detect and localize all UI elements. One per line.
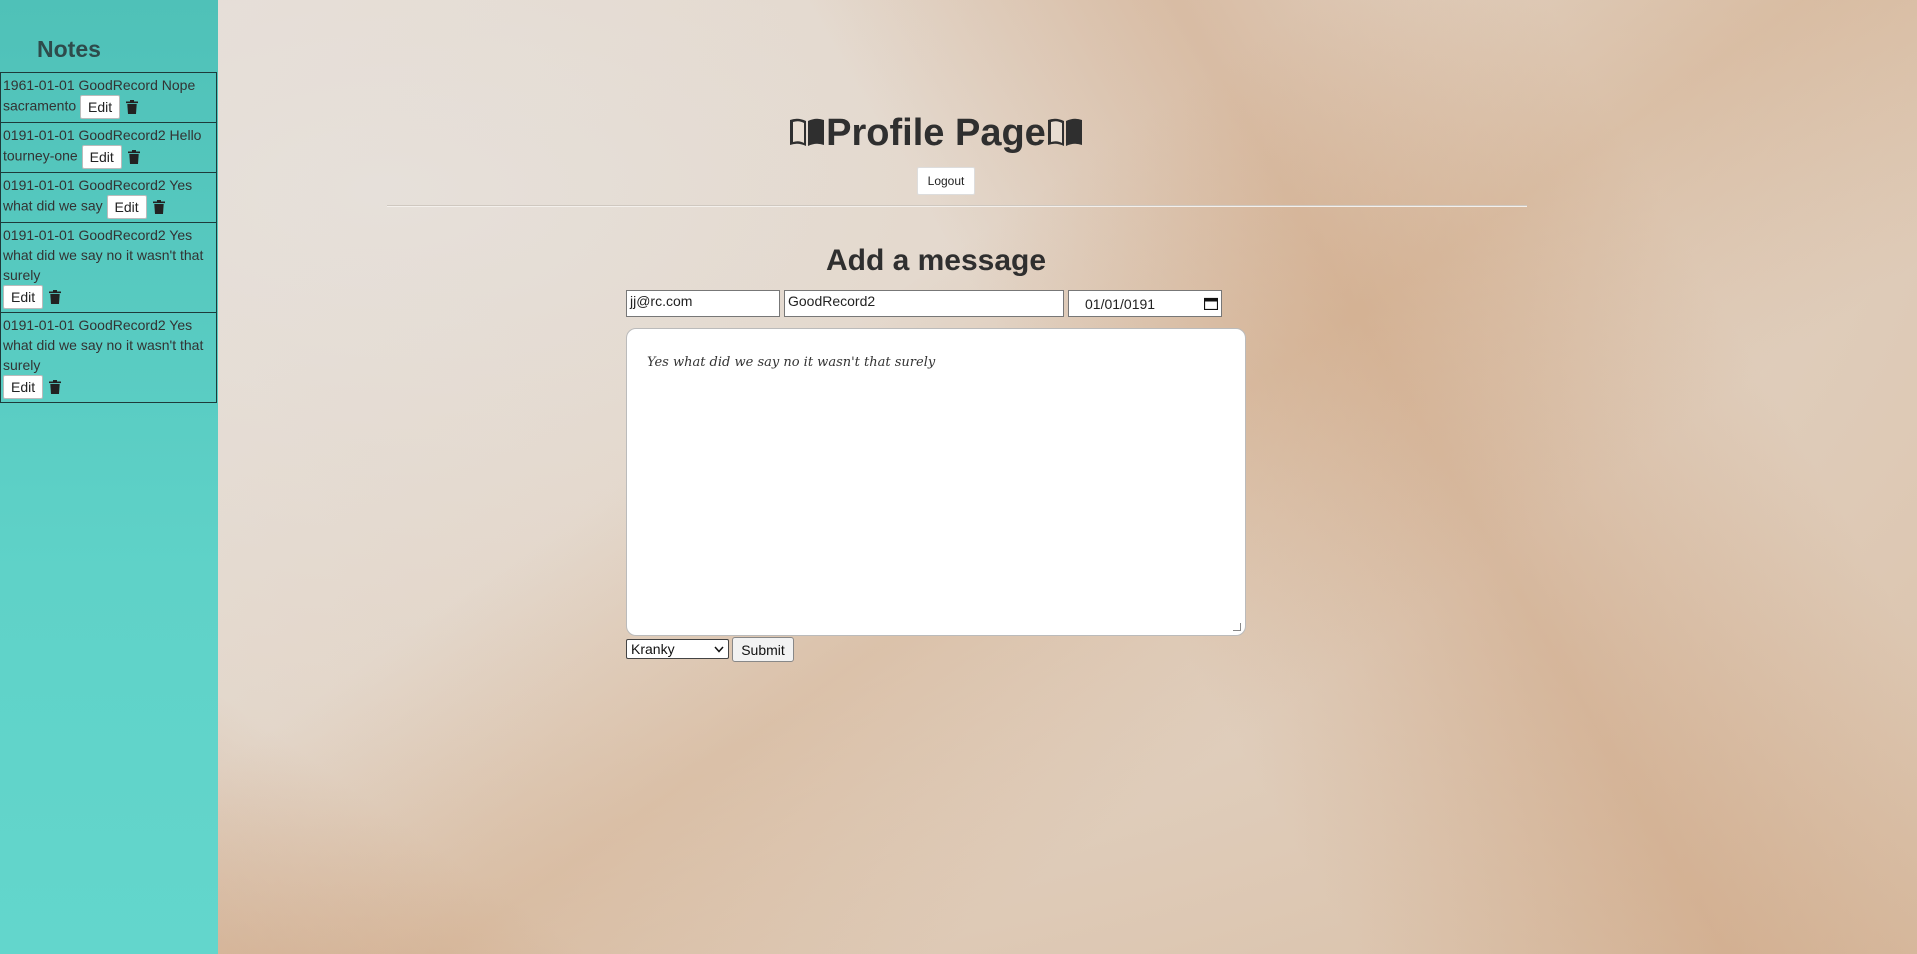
edit-note-button[interactable]: Edit	[3, 285, 44, 309]
trash-icon[interactable]	[49, 380, 62, 394]
note-item: 0191-01-01 GoodRecord2 Yes what did we s…	[0, 312, 217, 403]
trash-icon[interactable]	[152, 200, 165, 214]
logout-button[interactable]: Logout	[917, 167, 975, 195]
message-textarea[interactable]: Yes what did we say no it wasn't that su…	[626, 328, 1246, 636]
note-text: 0191-01-01 GoodRecord2 Yes what did we s…	[3, 317, 204, 373]
edit-note-button[interactable]: Edit	[81, 145, 122, 169]
note-text: 0191-01-01 GoodRecord2 Yes what did we s…	[3, 227, 204, 283]
name-field[interactable]: GoodRecord2	[784, 290, 1064, 317]
resize-handle[interactable]	[1233, 623, 1241, 631]
page-title-text: Profile Page	[826, 112, 1046, 154]
notes-sidebar: Notes 1961-01-01 GoodRecord Nope sacrame…	[0, 0, 218, 954]
note-item: 0191-01-01 GoodRecord2 Hello tourney-one…	[0, 122, 217, 173]
email-value: jj@rc.com	[630, 293, 693, 309]
trash-icon[interactable]	[126, 100, 139, 114]
trash-icon[interactable]	[49, 290, 62, 304]
form-title: Add a message	[825, 244, 1047, 277]
header-divider	[387, 205, 1527, 207]
book-open-icon	[1047, 118, 1082, 146]
date-value: 01/01/0191	[1085, 295, 1156, 312]
email-field[interactable]: jj@rc.com	[626, 290, 780, 317]
book-open-icon	[790, 118, 825, 146]
date-field[interactable]: 01/01/0191	[1068, 290, 1222, 317]
trash-icon[interactable]	[127, 150, 140, 164]
edit-note-button[interactable]: Edit	[80, 95, 121, 119]
edit-note-button[interactable]: Edit	[106, 195, 147, 219]
calendar-icon[interactable]	[1204, 297, 1218, 310]
name-value: GoodRecord2	[788, 293, 876, 309]
note-item: 0191-01-01 GoodRecord2 Yes what did we s…	[0, 222, 217, 313]
chevron-down-icon	[714, 646, 724, 653]
note-item: 0191-01-01 GoodRecord2 Yes what did we s…	[0, 172, 217, 223]
message-value: Yes what did we say no it wasn't that su…	[647, 355, 936, 370]
edit-note-button[interactable]: Edit	[3, 375, 44, 399]
page-title: Profile Page	[218, 112, 1654, 155]
sidebar-title: Notes	[37, 36, 101, 62]
font-selected-value: Kranky	[631, 641, 675, 657]
font-select[interactable]: Kranky	[626, 639, 729, 659]
note-item: 1961-01-01 GoodRecord Nope sacramento Ed…	[0, 72, 217, 123]
submit-button[interactable]: Submit	[732, 637, 794, 662]
